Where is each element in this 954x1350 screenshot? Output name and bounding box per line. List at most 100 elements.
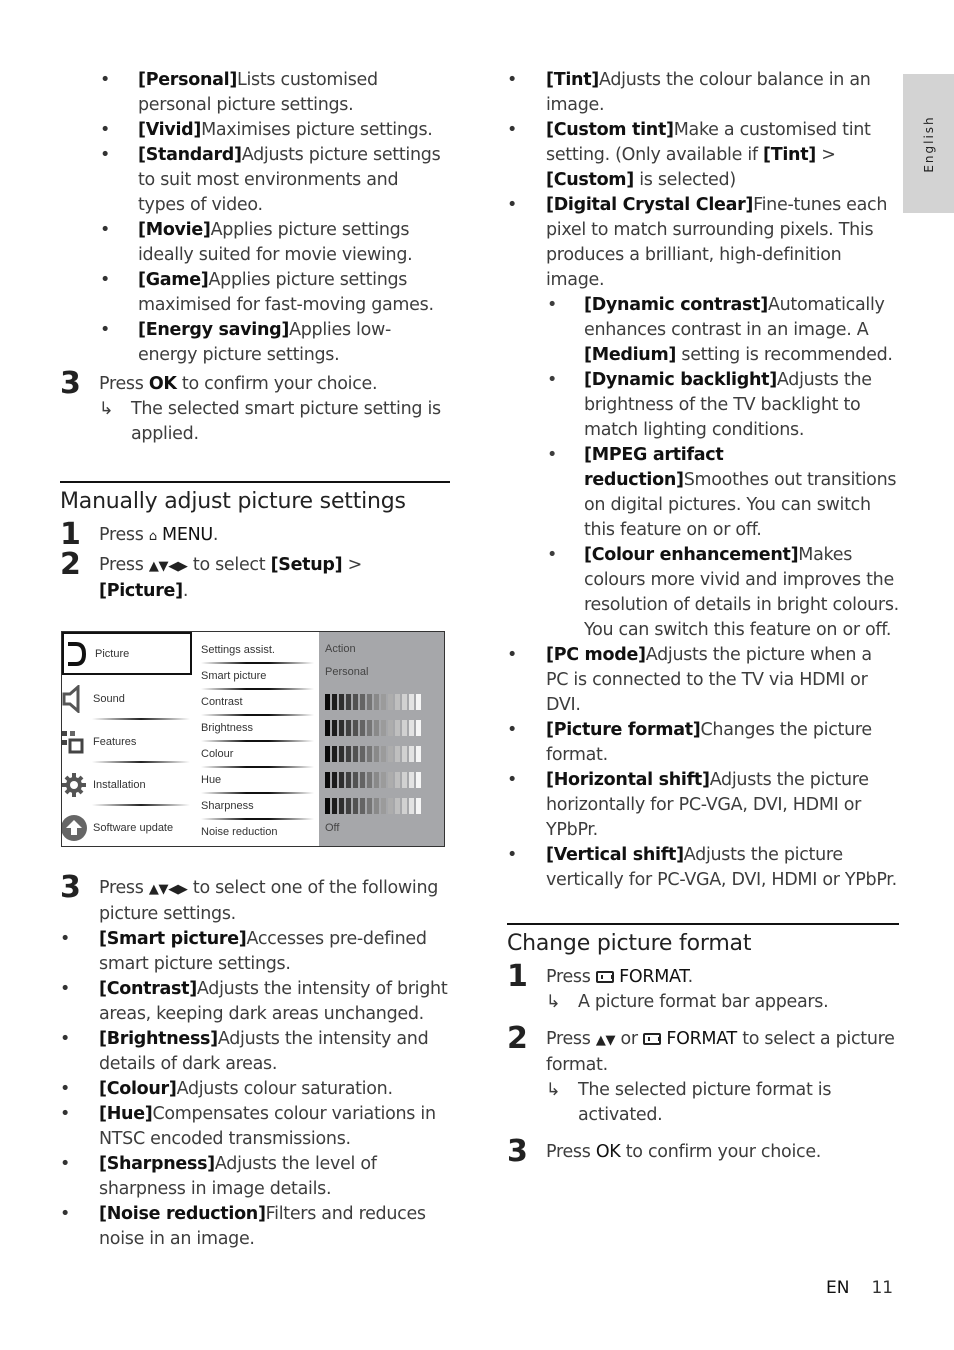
slider-bar xyxy=(353,720,358,736)
section-heading-format: Change picture format xyxy=(507,923,899,959)
slider-bar xyxy=(416,746,421,762)
list-item: [Horizontal shift]Adjusts the picture ho… xyxy=(507,768,899,843)
main-menu-item-installation[interactable]: Installation xyxy=(62,763,192,806)
ok-key: OK xyxy=(148,374,177,394)
slider-bar xyxy=(388,772,393,788)
slider-bar xyxy=(409,746,414,762)
sub-list-item: [MPEG artifact reduction]Smoothes out tr… xyxy=(507,443,899,543)
slider-bar xyxy=(395,798,400,814)
main-menu-item-picture[interactable]: Picture xyxy=(62,632,192,675)
slider-bar xyxy=(360,772,365,788)
slider-bar xyxy=(325,772,330,788)
list-item: [Picture format]Changes the picture form… xyxy=(507,718,899,768)
term: [Picture format] xyxy=(546,720,701,740)
description: Adjusts colour saturation. xyxy=(176,1079,393,1099)
divider xyxy=(201,766,314,768)
main-menu-item-sound[interactable]: Sound xyxy=(62,677,192,720)
list-item: [Personal]Lists customised personal pict… xyxy=(60,68,450,118)
slider-contrast[interactable] xyxy=(325,694,439,710)
list-item: [Digital Crystal Clear]Fine-tunes each p… xyxy=(507,193,899,293)
slider-bar xyxy=(360,746,365,762)
slider-bar xyxy=(325,694,330,710)
term: [Sharpness] xyxy=(99,1154,215,1174)
slider-bar xyxy=(339,798,344,814)
left-column: [Personal]Lists customised personal pict… xyxy=(60,68,450,604)
slider-bar xyxy=(374,772,379,788)
settings-assist-value: Action xyxy=(325,643,356,655)
dcc-sublist: [Dynamic contrast]Automatically enhances… xyxy=(507,293,899,643)
language-code: EN xyxy=(826,1278,850,1298)
slider-bar xyxy=(346,694,351,710)
slider-bar xyxy=(416,798,421,814)
slider-hue[interactable] xyxy=(325,772,439,788)
main-menu-item-software-update[interactable]: Software update xyxy=(61,806,192,849)
step-2-select: 2 Press ▲▼◀▶ to select [Setup] > [Pictur… xyxy=(60,549,450,604)
term: [Dynamic backlight] xyxy=(584,370,777,390)
picture-icon xyxy=(64,640,88,668)
term: [Custom] xyxy=(546,170,634,190)
navigation-arrows-icon: ▲▼◀▶ xyxy=(148,882,188,897)
term: [Dynamic contrast] xyxy=(584,295,768,315)
result-arrow-icon: ↳ xyxy=(99,399,114,419)
term: [Digital Crystal Clear] xyxy=(546,195,754,215)
submenu-item-colour[interactable]: Colour xyxy=(201,743,233,765)
term: [Smart picture] xyxy=(99,929,247,949)
list-item: [Colour]Adjusts colour saturation. xyxy=(60,1077,450,1102)
menu-item-label: Software update xyxy=(93,821,174,834)
text: > xyxy=(815,145,836,165)
main-menu-item-features[interactable]: Features xyxy=(62,720,192,763)
text: Press xyxy=(99,525,149,545)
list-item: [Movie]Applies picture settings ideally … xyxy=(60,218,450,268)
list-item: [Energy saving]Applies low-energy pictur… xyxy=(60,318,450,368)
slider-bar xyxy=(339,720,344,736)
term: [Tint] xyxy=(763,145,816,165)
features-icon xyxy=(62,728,86,756)
slider-bar xyxy=(332,720,337,736)
slider-bar xyxy=(353,798,358,814)
slider-bar xyxy=(381,798,386,814)
slider-bar xyxy=(388,798,393,814)
submenu-item-settings-assist[interactable]: Settings assist. xyxy=(201,639,275,661)
submenu-item-brightness[interactable]: Brightness xyxy=(201,717,253,739)
slider-bar xyxy=(353,772,358,788)
text: . xyxy=(182,581,189,601)
text: to select xyxy=(187,555,271,575)
divider xyxy=(201,740,314,742)
slider-bar xyxy=(374,746,379,762)
slider-bar xyxy=(332,694,337,710)
slider-brightness[interactable] xyxy=(325,720,439,736)
submenu-item-sharpness[interactable]: Sharpness xyxy=(201,795,254,817)
term: [Contrast] xyxy=(99,979,197,999)
slider-bar xyxy=(416,772,421,788)
slider-bar xyxy=(395,694,400,710)
format-step-2: 2 Press ▲▼ or FORMAT to select a picture… xyxy=(507,1023,899,1128)
page-footer: EN 11 xyxy=(826,1278,893,1298)
slider-bar xyxy=(325,746,330,762)
slider-bar xyxy=(381,720,386,736)
menu-item-label: Installation xyxy=(93,778,146,791)
slider-bar xyxy=(395,746,400,762)
advanced-settings-list-2: [PC mode]Adjusts the picture when a PC i… xyxy=(507,643,899,893)
text: Press xyxy=(99,555,149,575)
slider-bar xyxy=(346,746,351,762)
submenu-item-hue[interactable]: Hue xyxy=(201,769,221,791)
slider-sharpness[interactable] xyxy=(325,798,439,814)
format-icon xyxy=(595,971,614,983)
tv-menu-screenshot: Picture Sound Features Installation Software… xyxy=(61,631,445,847)
list-item: [Standard]Adjusts picture settings to su… xyxy=(60,143,450,218)
text: to confirm your choice. xyxy=(176,374,378,394)
slider-colour[interactable] xyxy=(325,746,439,762)
slider-bar xyxy=(402,694,407,710)
term: [Custom tint] xyxy=(546,120,674,140)
menu-item-label: Features xyxy=(93,735,137,748)
values-panel: Action Personal Off xyxy=(319,632,444,846)
slider-bar xyxy=(416,694,421,710)
submenu-item-noise-reduction[interactable]: Noise reduction xyxy=(201,821,277,843)
slider-bar xyxy=(339,772,344,788)
step-number: 1 xyxy=(507,959,528,994)
submenu-item-contrast[interactable]: Contrast xyxy=(201,691,243,713)
text: to confirm your choice. xyxy=(620,1142,822,1162)
submenu-item-smart-picture[interactable]: Smart picture xyxy=(201,665,266,687)
step-number: 2 xyxy=(60,547,81,582)
list-item: [Sharpness]Adjusts the level of sharpnes… xyxy=(60,1152,450,1202)
